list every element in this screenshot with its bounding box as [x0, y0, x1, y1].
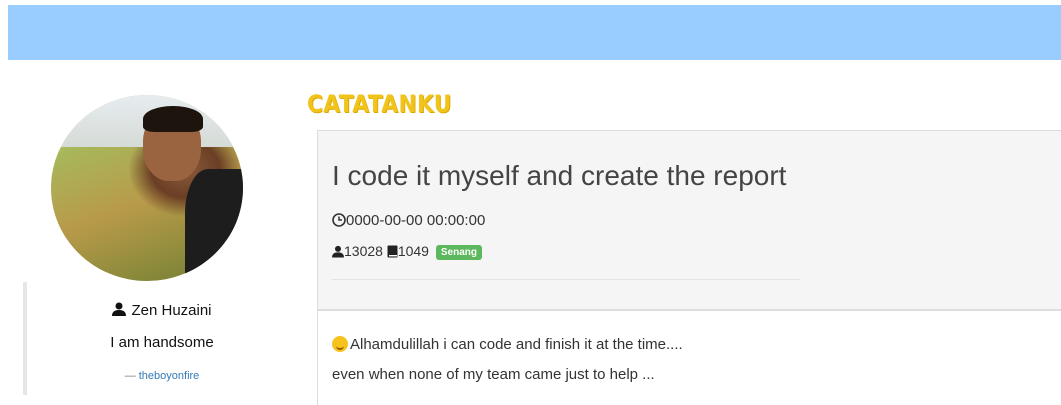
post-body-line-1: Alhamdulillah i can code and finish it a…	[332, 336, 683, 353]
post-views: 13028	[344, 243, 383, 259]
post-stats: 13028 1049 Senang	[332, 243, 482, 260]
user-icon	[112, 302, 127, 316]
post-date-text: 0000-00-00 00:00:00	[346, 212, 486, 229]
cite-author-link[interactable]: theboyonfire	[139, 370, 200, 382]
mood-badge: Senang	[435, 245, 482, 260]
smile-emoji-icon	[332, 336, 348, 352]
user-icon	[332, 245, 344, 258]
profile-avatar	[51, 95, 243, 281]
top-navbar	[8, 5, 1061, 60]
post-word-count: 1049	[397, 243, 429, 259]
profile-cite[interactable]: — theboyonfire	[27, 370, 297, 382]
profile-name: Zen Huzaini	[27, 302, 297, 319]
profile-bio: I am handsome	[110, 334, 214, 351]
profile-name-text: Zen Huzaini	[131, 302, 212, 319]
post-body-line-2: even when none of my team came just to h…	[332, 366, 655, 383]
clock-icon	[332, 213, 346, 227]
cite-dash: —	[124, 370, 136, 382]
post-body-text-1: Alhamdulillah i can code and finish it a…	[350, 336, 683, 353]
post-panel-body	[317, 310, 1061, 405]
post-title: I code it myself and create the report	[332, 160, 787, 191]
brand-logo[interactable]: CATATANKU	[307, 90, 452, 118]
book-icon	[387, 245, 398, 258]
post-date: 0000-00-00 00:00:00	[332, 212, 485, 229]
heading-divider	[332, 279, 800, 280]
